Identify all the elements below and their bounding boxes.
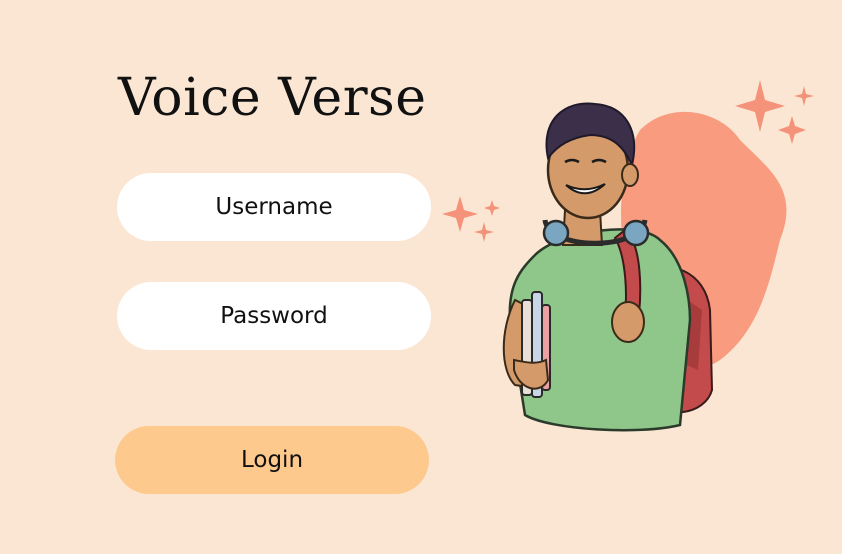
username-input[interactable] [117,173,431,241]
student-with-backpack-icon [442,80,814,432]
login-button[interactable]: Login [115,426,429,494]
password-input[interactable] [117,282,431,350]
app-title: Voice Verse [118,68,427,128]
